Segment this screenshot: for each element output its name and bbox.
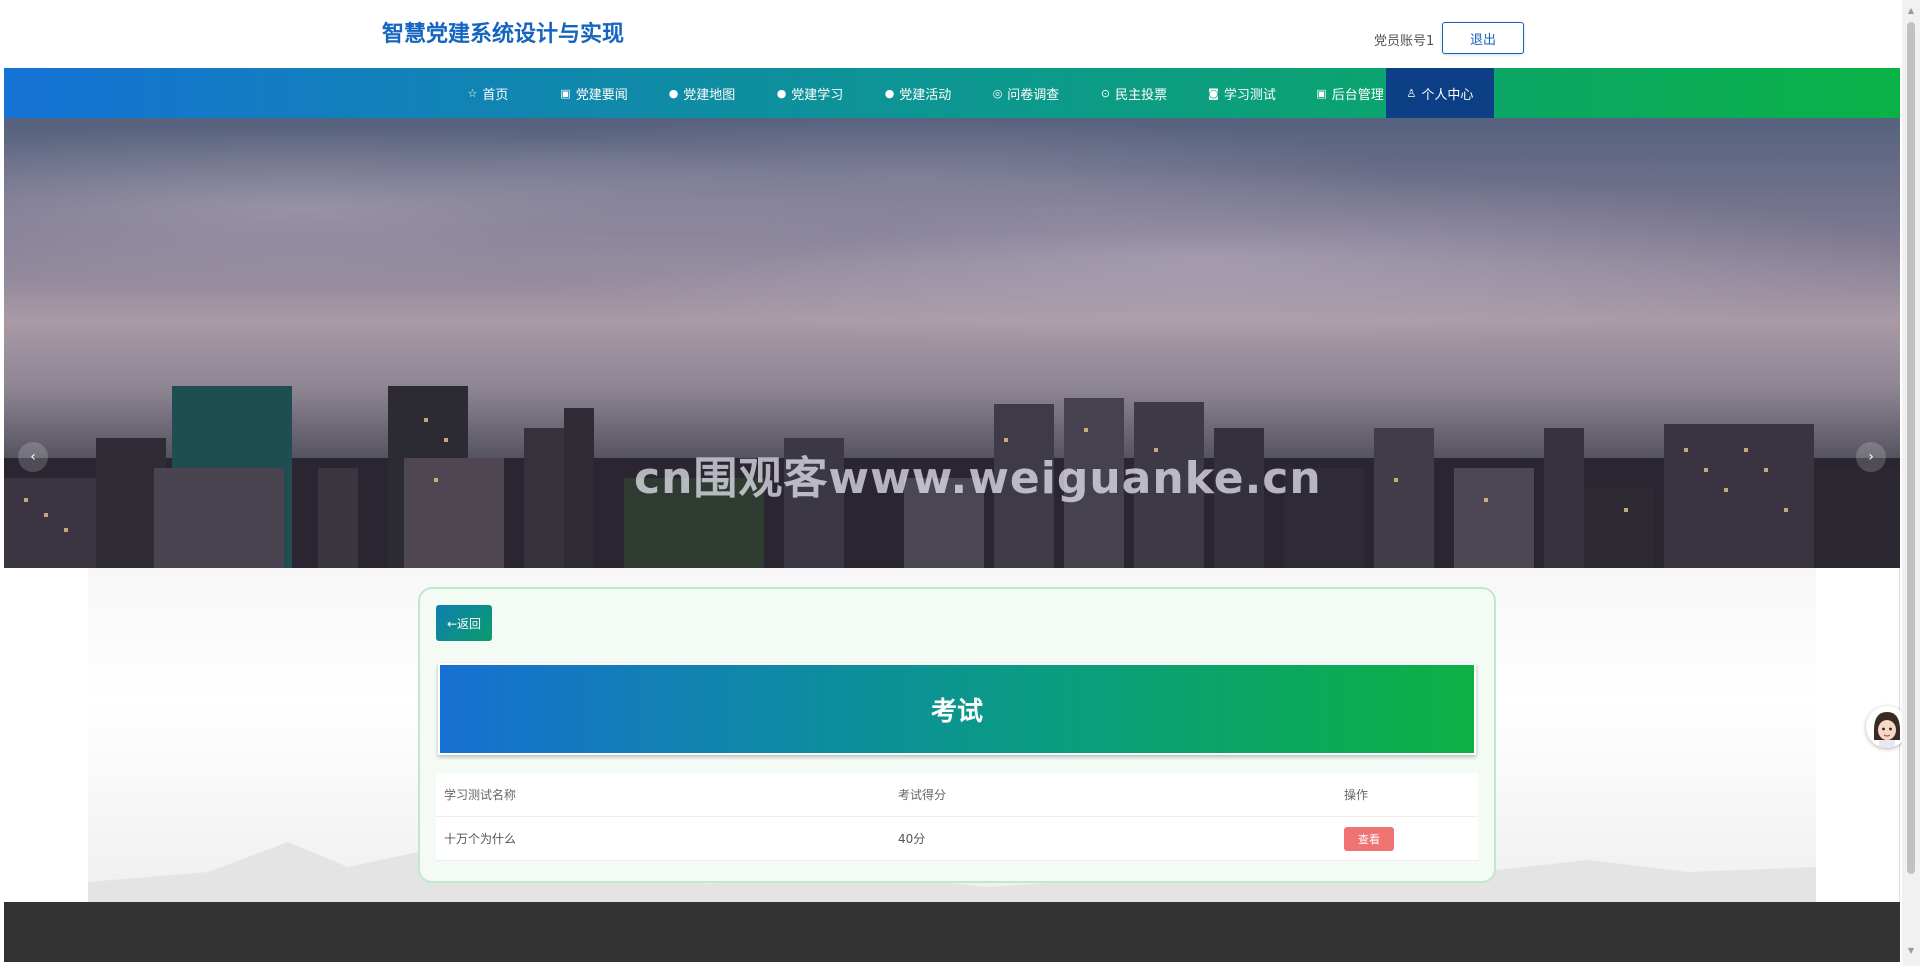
main-nav: ☆ 首页 ▣ 党建要闻 ● 党建地图 ● 党建学习 ● 党建活动 ◎ 问卷调查 … [4,68,1900,118]
cell-score: 40分 [898,832,926,846]
nav-item-label: 个人中心 [1421,87,1474,103]
cell-action: 查看 [1344,826,1478,851]
nav-item-label: 后台管理 [1331,87,1384,103]
star-icon: ☆ [467,86,478,100]
nav-item-label: 党建地图 [683,87,736,103]
nav-item-survey[interactable]: ◎ 问卷调查 [972,68,1080,118]
nav-item-label: 党建要闻 [575,87,628,103]
column-header-action: 操作 [1344,788,1369,802]
nav-item-profile[interactable]: ♙ 个人中心 [1386,68,1494,118]
question-icon: ● [776,86,787,100]
target-icon: ◎ [992,86,1003,100]
nav-item-label: 党建学习 [791,87,844,103]
nav-item-map[interactable]: ● 党建地图 [648,68,756,118]
nav-item-study[interactable]: ● 党建学习 [756,68,864,118]
nav-item-test[interactable]: ◙ 学习测试 [1188,68,1296,118]
back-button[interactable]: ←返回 [436,605,492,641]
cell-test-name: 十万个为什么 [444,832,517,846]
camera-icon: ◙ [1208,86,1219,100]
page-frame: 智慧党建系统设计与实现 党员账号1 退出 ☆ 首页 ▣ 党建要闻 ● 党建地图 … [4,0,1900,962]
nav-item-home[interactable]: ☆ 首页 [436,68,540,118]
exam-table: 学习测试名称 考试得分 操作 十万个为什么 40分 查看 [436,773,1478,861]
site-title: 智慧党建系统设计与实现 [382,22,625,47]
box-icon: ▣ [1316,86,1327,100]
nav-item-vote[interactable]: ⊙ 民主投票 [1080,68,1188,118]
nav-item-activities[interactable]: ● 党建活动 [864,68,972,118]
column-header-name: 学习测试名称 [444,788,517,802]
watermark-text: cn围观客www.weiguanke.cn [634,453,1322,504]
account-label: 党员账号1 [1374,34,1435,49]
column-header-score: 考试得分 [898,788,947,802]
exam-title-banner: 考试 [438,663,1476,755]
scroll-down-icon[interactable]: ▼ [1906,946,1916,956]
footer [4,902,1900,962]
chevron-left-icon: ‹ [30,449,36,465]
info-circle-icon: ● [884,86,895,100]
hero-banner: cn围观客www.weiguanke.cn ‹ › [4,118,1900,568]
info-icon: ● [668,86,679,100]
chevron-right-icon: › [1868,449,1874,465]
carousel-prev-button[interactable]: ‹ [18,442,48,472]
nav-item-label: 党建活动 [899,87,952,103]
view-button[interactable]: 查看 [1344,826,1394,851]
exam-title: 考试 [930,696,983,727]
header: 智慧党建系统设计与实现 党员账号1 退出 [4,0,1900,68]
check-circle-icon: ⊙ [1100,86,1111,100]
user-icon: ♙ [1406,86,1417,100]
scroll-up-icon[interactable]: ▲ [1906,6,1916,16]
bag-icon: ▣ [560,86,571,100]
scrollbar-thumb[interactable] [1907,22,1915,874]
nav-item-label: 民主投票 [1115,87,1168,103]
nav-item-news[interactable]: ▣ 党建要闻 [540,68,648,118]
exam-card: ←返回 考试 学习测试名称 考试得分 操作 十万个为什么 40分 查看 [418,587,1496,883]
nav-item-label: 学习测试 [1223,87,1276,103]
logout-button[interactable]: 退出 [1442,22,1524,54]
nav-item-label: 问卷调查 [1007,87,1060,103]
page-scrollbar[interactable]: ▲ ▼ [1902,0,1920,966]
table-row: 十万个为什么 40分 查看 [436,817,1478,861]
table-header-row: 学习测试名称 考试得分 操作 [436,773,1478,817]
nav-item-label: 首页 [482,87,509,103]
carousel-next-button[interactable]: › [1856,442,1886,472]
